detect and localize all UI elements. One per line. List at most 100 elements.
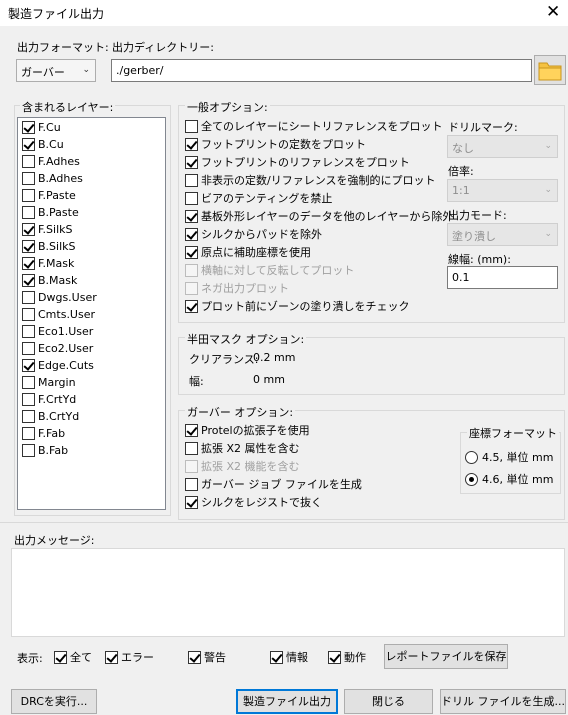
checkbox-checked-icon[interactable]	[22, 223, 35, 236]
option-use-aux-origin[interactable]: 原点に補助座標を使用	[185, 244, 447, 261]
option-protel-extensions[interactable]: Protelの拡張子を使用	[185, 422, 455, 439]
general-options-title: 一般オプション:	[185, 99, 270, 115]
checkbox-checked-icon[interactable]	[22, 274, 35, 287]
layer-item[interactable]: Eco1.User	[22, 325, 93, 342]
layer-item[interactable]: F.Mask	[22, 257, 74, 274]
checkbox-icon[interactable]	[22, 189, 35, 202]
checkbox-icon[interactable]	[22, 291, 35, 304]
checkbox-checked-icon[interactable]	[22, 240, 35, 253]
filter-actions[interactable]: 動作	[328, 649, 366, 666]
checkbox-checked-icon[interactable]	[22, 257, 35, 270]
checkbox-checked-icon[interactable]	[328, 651, 341, 664]
option-check-zone-fill[interactable]: プロット前にゾーンの塗り潰しをチェック	[185, 298, 447, 315]
checkbox-checked-icon[interactable]	[105, 651, 118, 664]
checkbox-checked-icon[interactable]	[54, 651, 67, 664]
layer-item[interactable]: F.Cu	[22, 121, 61, 138]
checkbox-icon[interactable]	[22, 376, 35, 389]
checkbox-checked-icon[interactable]	[185, 246, 198, 259]
radio-icon[interactable]	[465, 451, 478, 464]
layer-item[interactable]: B.SilkS	[22, 240, 76, 257]
layer-item[interactable]: Margin	[22, 376, 76, 393]
output-dir-input[interactable]: ./gerber/	[111, 59, 532, 82]
checkbox-icon[interactable]	[22, 206, 35, 219]
checkbox-icon[interactable]	[185, 478, 198, 491]
layer-item[interactable]: F.Adhes	[22, 155, 80, 172]
checkbox-icon[interactable]	[185, 192, 198, 205]
checkbox-icon	[185, 264, 198, 277]
checkbox-icon[interactable]	[22, 155, 35, 168]
layer-item[interactable]: B.Mask	[22, 274, 77, 291]
checkbox-checked-icon[interactable]	[270, 651, 283, 664]
layer-item[interactable]: F.CrtYd	[22, 393, 76, 410]
option-exclude-pads-from-silk[interactable]: シルクからパッドを除外	[185, 226, 447, 243]
checkbox-checked-icon[interactable]	[185, 300, 198, 313]
scale-label: 倍率:	[448, 165, 474, 178]
option-exclude-edge-layer[interactable]: 基板外形レイヤーのデータを他のレイヤーから除外	[185, 208, 453, 225]
option-plot-footprint-values[interactable]: フットプリントの定数をプロット	[185, 136, 447, 153]
layer-item[interactable]: B.Cu	[22, 138, 64, 155]
checkbox-checked-icon[interactable]	[185, 138, 198, 151]
checkbox-checked-icon[interactable]	[22, 359, 35, 372]
run-drc-button[interactable]: DRCを実行...	[11, 689, 97, 714]
checkbox-checked-icon[interactable]	[188, 651, 201, 664]
close-icon[interactable]: ✕	[546, 1, 560, 23]
option-no-via-tenting[interactable]: ビアのテンティングを禁止	[185, 190, 447, 207]
radio-selected-icon[interactable]	[465, 473, 478, 486]
checkbox-icon[interactable]	[22, 308, 35, 321]
layer-item[interactable]: Edge.Cuts	[22, 359, 94, 376]
coord-format-option-4-6[interactable]: 4.6, 単位 mm	[465, 471, 553, 488]
layer-item[interactable]: F.Paste	[22, 189, 76, 206]
coord-format-option-4-5[interactable]: 4.5, 単位 mm	[465, 449, 553, 466]
checkbox-icon[interactable]	[22, 444, 35, 457]
close-button[interactable]: 閉じる	[344, 689, 433, 714]
checkbox-icon[interactable]	[22, 325, 35, 338]
checkbox-icon	[185, 282, 198, 295]
checkbox-icon[interactable]	[22, 393, 35, 406]
layer-item[interactable]: B.Fab	[22, 444, 68, 461]
option-gerber-job-file[interactable]: ガーバー ジョブ ファイルを生成	[185, 476, 455, 493]
option-plot-footprint-references[interactable]: フットプリントのリファレンスをプロット	[185, 154, 447, 171]
layers-listbox[interactable]: F.Cu B.Cu F.Adhes B.Adhes F.Paste B.Past…	[17, 117, 166, 510]
layer-item[interactable]: F.Fab	[22, 427, 65, 444]
width-value: 0 mm	[253, 373, 285, 386]
checkbox-checked-icon[interactable]	[22, 138, 35, 151]
filter-warnings[interactable]: 警告	[188, 649, 226, 666]
checkbox-checked-icon[interactable]	[185, 496, 198, 509]
checkbox-icon[interactable]	[22, 410, 35, 423]
messages-box[interactable]	[11, 548, 565, 637]
solder-mask-title: 半田マスク オプション:	[185, 331, 307, 347]
filter-all[interactable]: 全て	[54, 649, 92, 666]
checkbox-checked-icon[interactable]	[185, 210, 198, 223]
filter-infos[interactable]: 情報	[270, 649, 308, 666]
option-force-invisible[interactable]: 非表示の定数/リファレンスを強制的にプロット	[185, 172, 447, 189]
option-x2-attributes[interactable]: 拡張 X2 属性を含む	[185, 440, 455, 457]
option-sheet-reference[interactable]: 全てのレイヤーにシートリファレンスをプロット	[185, 118, 447, 135]
checkbox-icon[interactable]	[22, 172, 35, 185]
layer-item[interactable]: Cmts.User	[22, 308, 95, 325]
layer-item[interactable]: F.SilkS	[22, 223, 73, 240]
checkbox-icon[interactable]	[185, 174, 198, 187]
filter-errors[interactable]: エラー	[105, 649, 154, 666]
checkbox-checked-icon[interactable]	[185, 156, 198, 169]
plot-button[interactable]: 製造ファイル出力	[236, 689, 338, 714]
option-mirror-plot: 横軸に対して反転してプロット	[185, 262, 447, 279]
output-dir-value: ./gerber/	[116, 64, 164, 77]
checkbox-icon[interactable]	[22, 342, 35, 355]
checkbox-checked-icon[interactable]	[185, 424, 198, 437]
browse-folder-button[interactable]	[534, 55, 566, 85]
checkbox-checked-icon[interactable]	[185, 228, 198, 241]
layer-item[interactable]: B.Adhes	[22, 172, 83, 189]
layer-item[interactable]: B.CrtYd	[22, 410, 79, 427]
layer-item[interactable]: Eco2.User	[22, 342, 93, 359]
option-subtract-mask-from-silk[interactable]: シルクをレジストで抜く	[185, 494, 455, 511]
layer-item[interactable]: Dwgs.User	[22, 291, 97, 308]
format-select[interactable]: ガーバー ⌄	[16, 59, 96, 82]
checkbox-icon[interactable]	[185, 120, 198, 133]
checkbox-icon[interactable]	[185, 442, 198, 455]
generate-drill-button[interactable]: ドリル ファイルを生成...	[440, 689, 566, 714]
checkbox-icon[interactable]	[22, 427, 35, 440]
line-width-input[interactable]: 0.1	[447, 266, 558, 289]
save-report-button[interactable]: レポートファイルを保存	[384, 644, 508, 669]
checkbox-checked-icon[interactable]	[22, 121, 35, 134]
layer-item[interactable]: B.Paste	[22, 206, 79, 223]
